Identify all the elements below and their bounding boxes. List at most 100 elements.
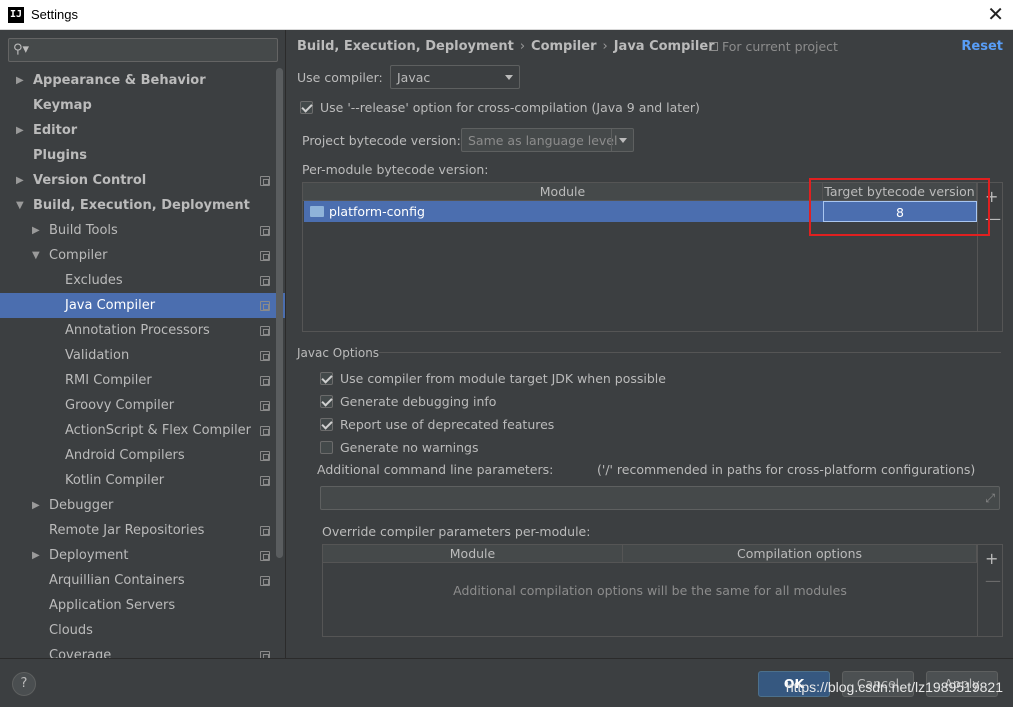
search-input[interactable]: ⚲▾	[8, 38, 278, 62]
checkbox-icon[interactable]	[320, 372, 333, 385]
sidebar-item[interactable]: Groovy Compiler	[0, 393, 285, 418]
option-checkbox-deprecated[interactable]: Report use of deprecated features	[320, 417, 554, 432]
sidebar-item[interactable]: Arquillian Containers	[0, 568, 285, 593]
empty-table-text: Additional compilation options will be t…	[453, 583, 847, 598]
sidebar-item-label: Kotlin Compiler	[65, 473, 165, 488]
close-icon[interactable]: ✕	[987, 4, 1004, 24]
help-button[interactable]: ?	[12, 672, 36, 696]
table-toolbar: + —	[977, 545, 1002, 636]
sidebar-item-label: Editor	[33, 123, 78, 138]
collapsed-arrow-icon[interactable]: ▶	[16, 68, 24, 93]
project-scope-icon	[260, 176, 270, 186]
reset-link[interactable]: Reset	[961, 39, 1003, 54]
sidebar-item[interactable]: ▼ Compiler	[0, 243, 285, 268]
settings-sidebar: ⚲▾ ▶ Appearance & Behavior Keymap ▶ Editor Pl…	[0, 30, 286, 658]
javac-options-title: Javac Options	[297, 346, 380, 360]
sidebar-item[interactable]: ▶ Build Tools	[0, 218, 285, 243]
collapsed-arrow-icon[interactable]: ▶	[32, 543, 40, 568]
option-checkbox-debug-info[interactable]: Generate debugging info	[320, 394, 496, 409]
sidebar-item[interactable]: ▼ Build, Execution, Deployment	[0, 193, 285, 218]
sidebar-item-label: Java Compiler	[65, 298, 156, 313]
sidebar-item-label: Excludes	[65, 273, 123, 288]
collapsed-arrow-icon[interactable]: ▶	[16, 118, 24, 143]
chevron-down-icon	[505, 75, 513, 80]
search-icon: ⚲▾	[13, 42, 30, 57]
sidebar-item-label: RMI Compiler	[65, 373, 152, 388]
sidebar-item[interactable]: Keymap	[0, 93, 285, 118]
sidebar-item[interactable]: ▶ Editor	[0, 118, 285, 143]
expanded-arrow-icon[interactable]: ▼	[16, 193, 24, 218]
sidebar-item-label: Compiler	[49, 248, 108, 263]
project-scope-icon	[260, 326, 270, 336]
sidebar-item[interactable]: ▶ Debugger	[0, 493, 285, 518]
release-option-label: Use '--release' option for cross-compila…	[320, 100, 700, 115]
sidebar-item-label: Annotation Processors	[65, 323, 210, 338]
column-header-compilation-options[interactable]: Compilation options	[623, 545, 977, 563]
sidebar-item[interactable]: Plugins	[0, 143, 285, 168]
sidebar-item-label: Deployment	[49, 548, 129, 563]
per-module-label: Per-module bytecode version:	[302, 162, 489, 177]
project-scope-icon	[260, 476, 270, 486]
java-compiler-panel: Build, Execution, Deployment › Compiler › Ja…	[287, 30, 1013, 658]
table-header: Module Compilation options	[323, 545, 977, 563]
sidebar-item-label: Groovy Compiler	[65, 398, 175, 413]
sidebar-item-label: Keymap	[33, 98, 92, 113]
add-icon[interactable]: +	[985, 549, 998, 568]
sidebar-item-label: Application Servers	[49, 598, 176, 613]
option-checkbox-no-warnings[interactable]: Generate no warnings	[320, 440, 478, 455]
collapsed-arrow-icon[interactable]: ▶	[32, 493, 40, 518]
sidebar-item[interactable]: Remote Jar Repositories	[0, 518, 285, 543]
project-bytecode-label: Project bytecode version:	[302, 133, 461, 148]
expand-icon[interactable]: ⤢	[985, 491, 995, 506]
breadcrumb-separator: ›	[519, 39, 526, 54]
breadcrumb-item: Java Compiler	[613, 39, 715, 54]
sidebar-item-label: Android Compilers	[65, 448, 185, 463]
module-cell[interactable]: platform-config	[304, 201, 823, 222]
module-folder-icon	[310, 206, 324, 217]
project-bytecode-value: Same as language level	[468, 132, 618, 148]
option-checkbox-target-jdk[interactable]: Use compiler from module target JDK when…	[320, 371, 666, 386]
project-scope-icon	[260, 276, 270, 286]
collapsed-arrow-icon[interactable]: ▶	[16, 168, 24, 193]
sidebar-item[interactable]: Clouds	[0, 618, 285, 643]
settings-tree: ▶ Appearance & Behavior Keymap ▶ Editor Plugi…	[0, 68, 285, 658]
highlight-annotation-box	[809, 178, 990, 236]
sidebar-item[interactable]: ActionScript & Flex Compiler	[0, 418, 285, 443]
sidebar-item-label: Clouds	[49, 623, 93, 638]
sidebar-item[interactable]: Application Servers	[0, 593, 285, 618]
breadcrumb-item: Build, Execution, Deployment	[297, 39, 514, 54]
expanded-arrow-icon[interactable]: ▼	[32, 243, 40, 268]
project-bytecode-select[interactable]: Same as language level	[461, 128, 634, 152]
checkbox-icon[interactable]	[320, 441, 333, 454]
checkbox-icon[interactable]	[320, 395, 333, 408]
sidebar-item[interactable]: Android Compilers	[0, 443, 285, 468]
sidebar-item-label: Arquillian Containers	[49, 573, 185, 588]
sidebar-item[interactable]: Excludes	[0, 268, 285, 293]
sidebar-item[interactable]: Java Compiler	[0, 293, 285, 318]
checkbox-icon[interactable]	[320, 418, 333, 431]
column-header-module[interactable]: Module	[303, 183, 823, 201]
additional-params-label: Additional command line parameters:	[317, 462, 554, 477]
option-label: Generate debugging info	[340, 394, 497, 409]
compiler-select[interactable]: Javac	[390, 65, 520, 89]
option-label: Report use of deprecated features	[340, 417, 555, 432]
project-scope-icon	[260, 401, 270, 411]
sidebar-item-label: Build Tools	[49, 223, 118, 238]
column-header-module[interactable]: Module	[323, 545, 623, 563]
sidebar-item[interactable]: Annotation Processors	[0, 318, 285, 343]
sidebar-item[interactable]: ▶ Deployment	[0, 543, 285, 568]
checkbox-icon[interactable]	[300, 101, 313, 114]
sidebar-item[interactable]: Kotlin Compiler	[0, 468, 285, 493]
collapsed-arrow-icon[interactable]: ▶	[32, 218, 40, 243]
sidebar-item[interactable]: ▶ Version Control	[0, 168, 285, 193]
sidebar-item-label: Version Control	[33, 173, 147, 188]
sidebar-scrollbar[interactable]	[276, 68, 283, 558]
sidebar-item[interactable]: Coverage	[0, 643, 285, 658]
sidebar-item[interactable]: RMI Compiler	[0, 368, 285, 393]
additional-params-input[interactable]: ⤢	[320, 486, 1000, 510]
release-option-checkbox[interactable]: Use '--release' option for cross-compila…	[300, 100, 700, 115]
sidebar-item[interactable]: ▶ Appearance & Behavior	[0, 68, 285, 93]
sidebar-item[interactable]: Validation	[0, 343, 285, 368]
sidebar-item-label: Build, Execution, Deployment	[33, 198, 250, 213]
project-scope-icon	[260, 451, 270, 461]
